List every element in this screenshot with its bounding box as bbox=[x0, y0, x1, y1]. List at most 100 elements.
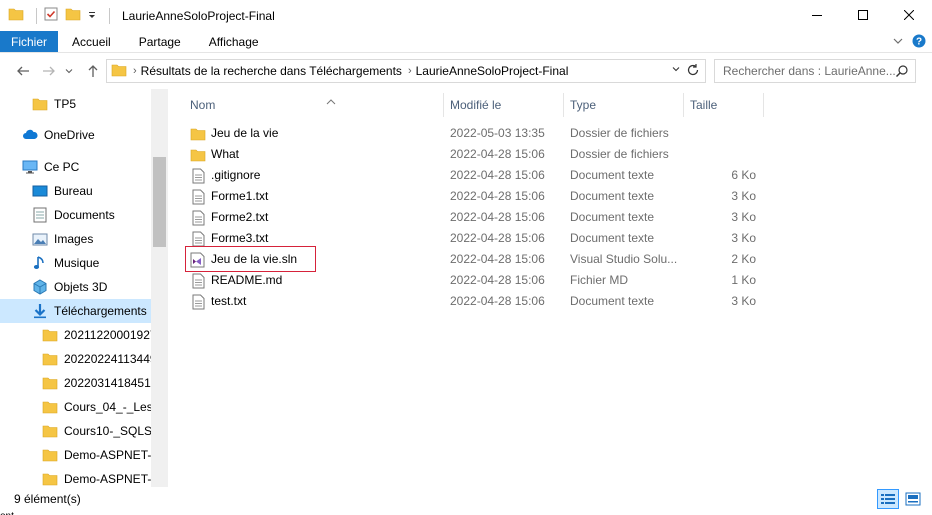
file-name: Forme1.txt bbox=[211, 189, 269, 203]
nav-item-tp5[interactable]: TP5 bbox=[0, 92, 151, 116]
details-view-button[interactable] bbox=[877, 489, 899, 509]
nav-item-documents[interactable]: Documents bbox=[0, 203, 151, 227]
column-header-name[interactable]: Nom bbox=[184, 93, 444, 117]
up-button[interactable] bbox=[82, 60, 104, 82]
nav-item-telechargements[interactable]: Téléchargements bbox=[0, 299, 151, 323]
search-input[interactable]: Rechercher dans : LaurieAnne... bbox=[714, 59, 916, 83]
nav-item-label: OneDrive bbox=[44, 128, 95, 142]
file-name: What bbox=[211, 147, 240, 161]
file-row[interactable]: test.txt 2022-04-28 15:06 Document texte 3 … bbox=[184, 291, 924, 312]
tab-fichier[interactable]: Fichier bbox=[0, 31, 59, 52]
nav-item-folder[interactable]: 20220224113449_ bbox=[0, 347, 151, 371]
file-name-cell[interactable]: README.md bbox=[190, 270, 440, 291]
file-row[interactable]: Jeu de la vie 2022-05-03 13:35 Dossier de … bbox=[184, 123, 924, 144]
nav-item-folder[interactable]: Cours_04_-_Les_s bbox=[0, 395, 151, 419]
nav-item-label: Objets 3D bbox=[54, 280, 108, 294]
back-button[interactable] bbox=[12, 60, 34, 82]
large-icons-view-button[interactable] bbox=[902, 489, 924, 509]
nav-item-folder[interactable]: 20220314184516_ bbox=[0, 371, 151, 395]
file-name-cell[interactable]: Forme2.txt bbox=[190, 207, 440, 228]
nav-item-folder[interactable]: Demo-ASPNET-C bbox=[0, 443, 151, 467]
file-size: 3 Ko bbox=[731, 210, 756, 224]
ribbon-right-controls: ? bbox=[892, 34, 926, 51]
tab-accueil[interactable]: Accueil bbox=[58, 31, 125, 52]
file-row[interactable]: README.md 2022-04-28 15:06 Fichier MD 1 Ko bbox=[184, 270, 924, 291]
text-file-icon bbox=[190, 168, 206, 184]
customize-toolbar-icon[interactable] bbox=[87, 9, 97, 23]
file-row[interactable]: Forme1.txt 2022-04-28 15:06 Document texte… bbox=[184, 186, 924, 207]
nav-item-images[interactable]: Images bbox=[0, 227, 151, 251]
nav-scrollbar[interactable] bbox=[151, 89, 168, 487]
file-type: Document texte bbox=[570, 189, 655, 203]
tab-partage[interactable]: Partage bbox=[125, 31, 195, 52]
nav-item-label: 20220314184516_ bbox=[64, 376, 151, 390]
chevron-right-icon[interactable]: › bbox=[408, 65, 412, 77]
file-size bbox=[684, 123, 756, 144]
file-name-cell[interactable]: test.txt bbox=[190, 291, 440, 312]
nav-item-onedrive[interactable]: OneDrive bbox=[0, 123, 151, 147]
folder-icon bbox=[42, 351, 58, 367]
minimize-button[interactable] bbox=[794, 0, 840, 30]
forward-button[interactable] bbox=[38, 60, 60, 82]
file-size: 3 Ko bbox=[731, 189, 756, 203]
file-modified: 2022-04-28 15:06 bbox=[450, 210, 545, 224]
close-button[interactable] bbox=[886, 0, 932, 30]
nav-item-label: Cours10-_SQLSer bbox=[64, 424, 151, 438]
file-row[interactable]: Forme2.txt 2022-04-28 15:06 Document texte… bbox=[184, 207, 924, 228]
view-buttons bbox=[877, 489, 924, 509]
folder-icon bbox=[111, 63, 127, 80]
breadcrumb-current-folder[interactable]: LaurieAnneSoloProject-Final bbox=[416, 64, 569, 78]
file-name-cell[interactable]: What bbox=[190, 144, 440, 165]
nav-item-label: Demo-ASPNET-C bbox=[64, 472, 151, 486]
new-folder-icon[interactable] bbox=[65, 7, 81, 24]
file-modified: 2022-04-28 15:06 bbox=[450, 231, 545, 245]
nav-item-folder[interactable]: Demo-ASPNET-C bbox=[0, 467, 151, 487]
nav-item-folder[interactable]: 20211220001927_ bbox=[0, 323, 151, 347]
nav-item-objets-3d[interactable]: Objets 3D bbox=[0, 275, 151, 299]
file-size bbox=[684, 144, 756, 165]
file-modified: 2022-04-28 15:06 bbox=[450, 273, 545, 287]
file-modified: 2022-04-28 15:06 bbox=[450, 147, 545, 161]
pc-icon bbox=[22, 159, 38, 175]
search-icon[interactable] bbox=[895, 64, 909, 81]
refresh-icon[interactable] bbox=[686, 63, 700, 80]
nav-item-ce-pc[interactable]: Ce PC bbox=[0, 155, 151, 179]
file-type: Visual Studio Solu... bbox=[570, 252, 678, 266]
file-name-cell[interactable]: .gitignore bbox=[190, 165, 440, 186]
nav-item-bureau[interactable]: Bureau bbox=[0, 179, 151, 203]
nav-item-musique[interactable]: Musique bbox=[0, 251, 151, 275]
column-header-modified[interactable]: Modifié le bbox=[444, 93, 564, 117]
recent-locations-button[interactable] bbox=[62, 60, 76, 82]
column-header-type[interactable]: Type bbox=[564, 93, 684, 117]
file-type: Document texte bbox=[570, 168, 655, 182]
window-controls bbox=[794, 0, 932, 30]
file-row[interactable]: .gitignore 2022-04-28 15:06 Document texte… bbox=[184, 165, 924, 186]
file-row[interactable]: What 2022-04-28 15:06 Dossier de fichiers bbox=[184, 144, 924, 165]
svg-text:?: ? bbox=[916, 37, 922, 48]
chevron-right-icon[interactable]: › bbox=[133, 65, 137, 77]
text-file-icon bbox=[190, 273, 206, 289]
properties-icon[interactable] bbox=[43, 6, 59, 25]
text-file-icon bbox=[190, 294, 206, 310]
maximize-button[interactable] bbox=[840, 0, 886, 30]
scrollbar-thumb[interactable] bbox=[153, 157, 166, 247]
expand-ribbon-icon[interactable] bbox=[892, 35, 904, 50]
nav-item-label: Documents bbox=[54, 208, 115, 222]
file-modified: 2022-04-28 15:06 bbox=[450, 189, 545, 203]
file-name-cell[interactable]: Forme1.txt bbox=[190, 186, 440, 207]
images-icon bbox=[32, 231, 48, 247]
column-header-size[interactable]: Taille bbox=[684, 93, 764, 117]
file-name-cell[interactable]: Jeu de la vie bbox=[190, 123, 440, 144]
file-list: Nom Modifié le Type Taille Jeu de la vie… bbox=[168, 89, 932, 487]
breadcrumb-search-results[interactable]: Résultats de la recherche dans Télécharg… bbox=[141, 64, 402, 78]
address-bar[interactable]: › Résultats de la recherche dans Télécha… bbox=[106, 59, 706, 83]
tab-affichage[interactable]: Affichage bbox=[195, 31, 273, 52]
file-type: Document texte bbox=[570, 294, 655, 308]
folder-icon bbox=[42, 327, 58, 343]
file-size: 3 Ko bbox=[731, 294, 756, 308]
help-icon[interactable]: ? bbox=[912, 34, 926, 51]
address-dropdown-icon[interactable] bbox=[671, 64, 681, 77]
separator bbox=[36, 7, 37, 24]
text-file-icon bbox=[190, 189, 206, 205]
nav-item-folder[interactable]: Cours10-_SQLSer bbox=[0, 419, 151, 443]
